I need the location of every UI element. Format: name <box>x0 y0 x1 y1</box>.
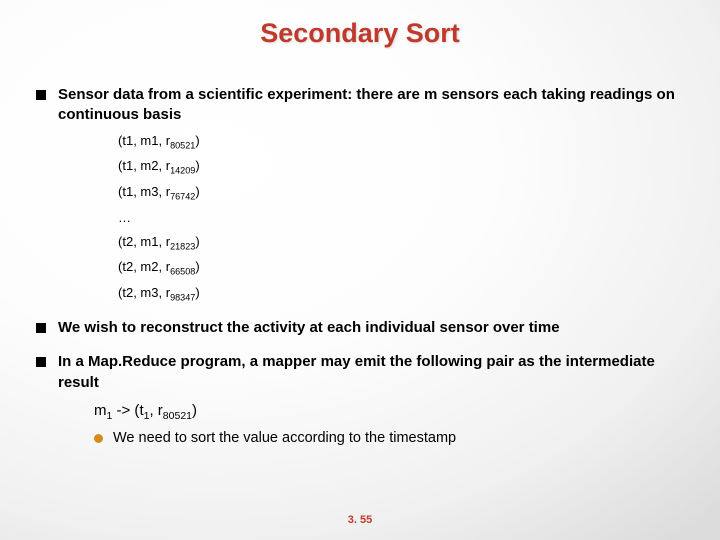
square-bullet-icon <box>36 323 46 333</box>
bullet-level1: Sensor data from a scientific experiment… <box>36 85 684 126</box>
bullet-text: We wish to reconstruct the activity at e… <box>58 318 560 338</box>
slide-content: Sensor data from a scientific experiment… <box>0 49 720 449</box>
map-output-line: m1 -> (t1, r80521) <box>94 401 684 423</box>
bullet-level2: We need to sort the value according to t… <box>94 429 684 449</box>
square-bullet-icon <box>36 357 46 367</box>
tuple-row: (t1, m3, r76742) <box>118 183 684 203</box>
tuple-row: (t2, m1, r21823) <box>118 233 684 253</box>
tuple-row: (t1, m1, r80521) <box>118 132 684 152</box>
tuple-row: (t2, m3, r98347) <box>118 284 684 304</box>
bullet-text: Sensor data from a scientific experiment… <box>58 85 684 126</box>
square-bullet-icon <box>36 90 46 100</box>
bullet-text: In a Map.Reduce program, a mapper may em… <box>58 352 684 393</box>
slide-title: Secondary Sort <box>0 0 720 49</box>
page-number: 3. 55 <box>0 514 720 526</box>
tuple-ellipsis: … <box>118 209 684 227</box>
tuple-row: (t1, m2, r14209) <box>118 157 684 177</box>
tuple-row: (t2, m2, r66508) <box>118 258 684 278</box>
circle-bullet-icon <box>94 434 103 443</box>
tuple-list: (t1, m1, r80521) (t1, m2, r14209) (t1, m… <box>118 132 684 305</box>
bullet-text: We need to sort the value according to t… <box>113 429 456 449</box>
bullet-level1: We wish to reconstruct the activity at e… <box>36 318 684 338</box>
bullet-level1: In a Map.Reduce program, a mapper may em… <box>36 352 684 393</box>
